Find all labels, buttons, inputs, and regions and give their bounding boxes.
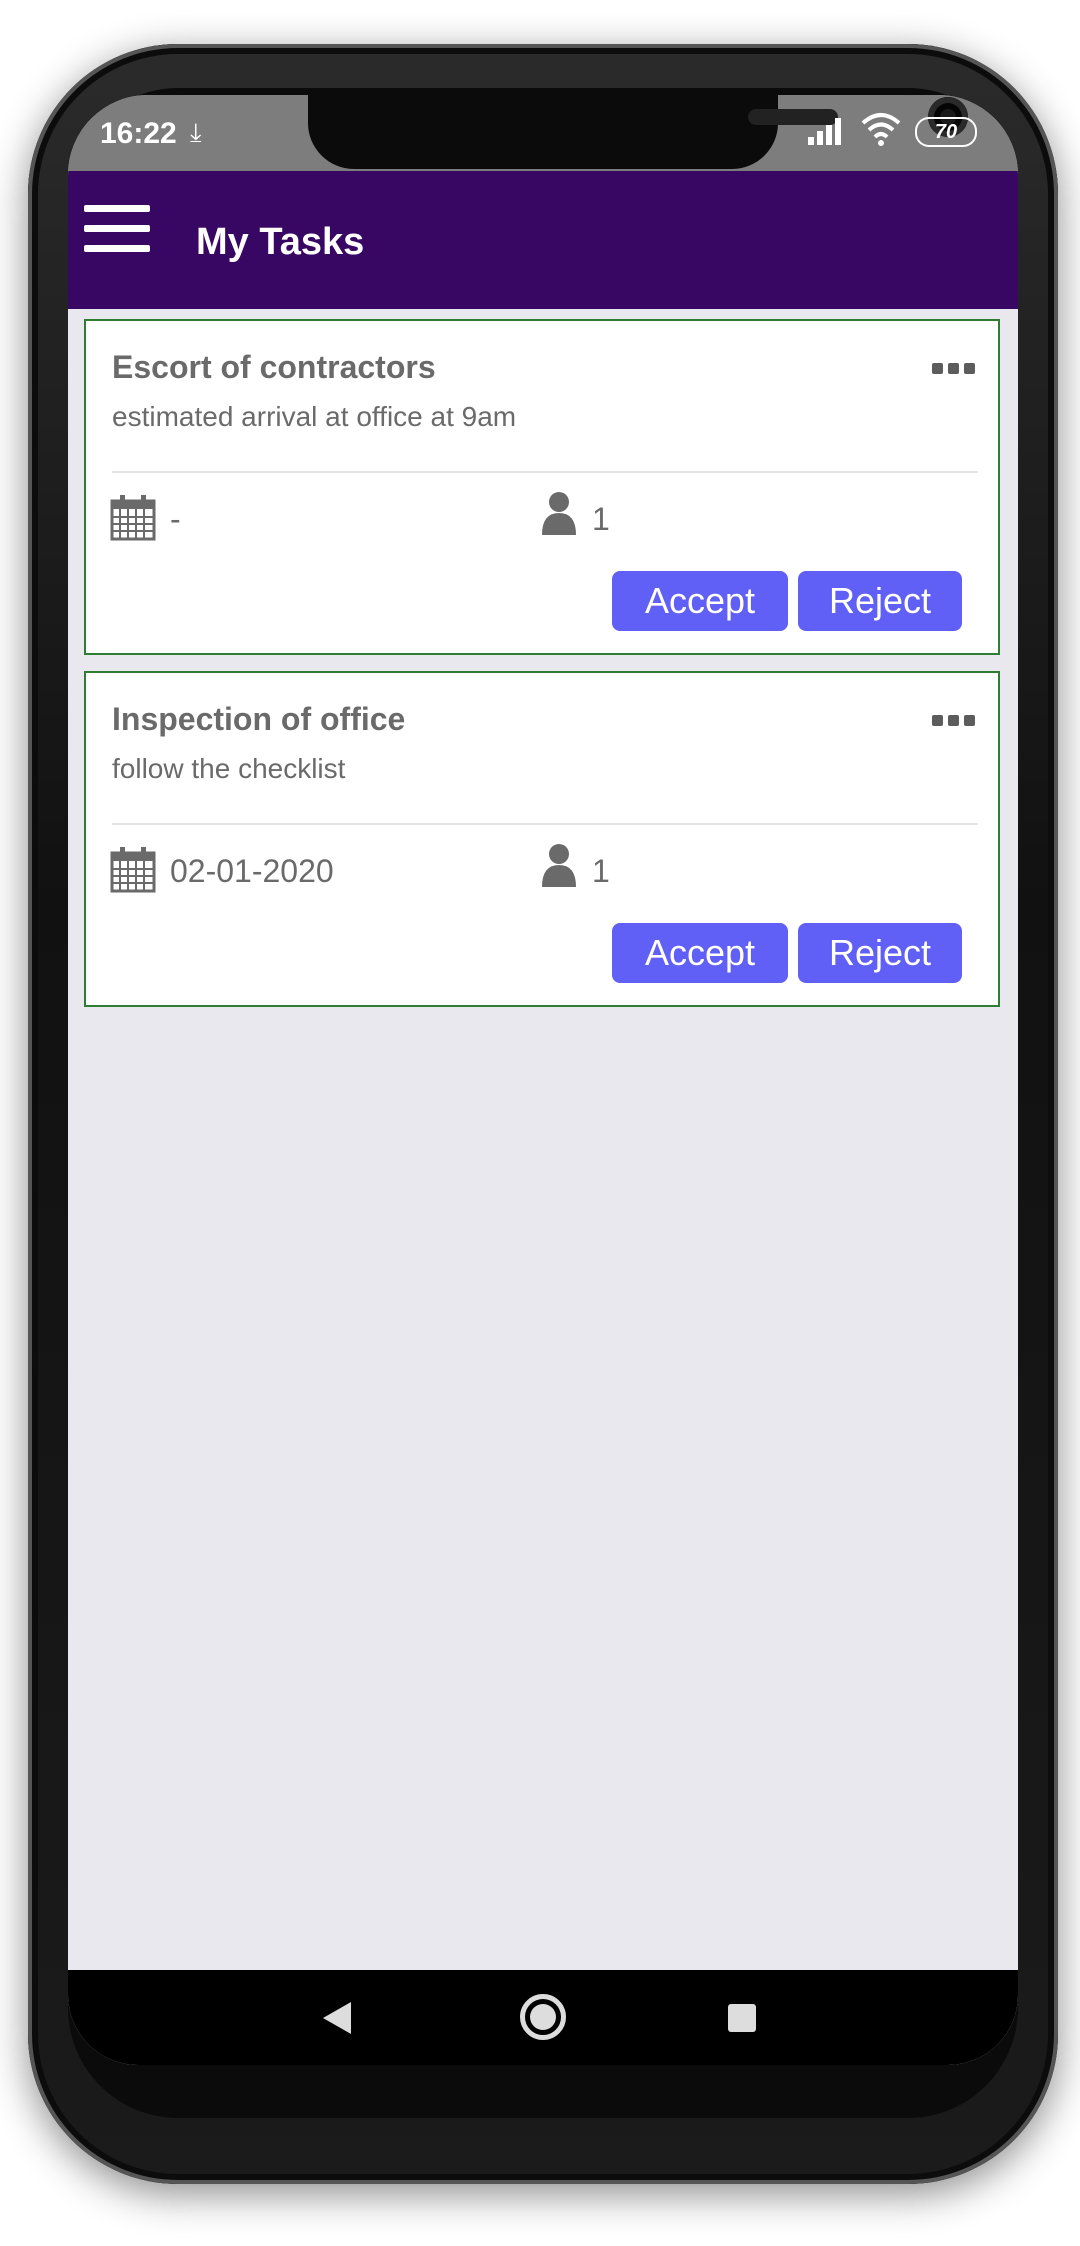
home-icon[interactable] (520, 1994, 566, 2040)
status-bar: 16:22 ⤓ 70 (68, 95, 1018, 171)
back-icon[interactable] (323, 2002, 351, 2034)
recents-icon[interactable] (728, 2004, 756, 2032)
reject-button[interactable]: Reject (798, 571, 962, 631)
camera-notch (308, 95, 968, 169)
app-bar: My Tasks (68, 171, 1018, 309)
person-icon (542, 492, 576, 535)
person-icon (542, 844, 576, 887)
status-time: 16:22 (100, 117, 177, 150)
battery-icon: 70 (915, 117, 977, 147)
phone-screen: 16:22 ⤓ 70 My Tasks Escort of contractor… (68, 95, 1018, 2065)
assignee-count: 1 (592, 853, 610, 889)
task-card[interactable]: Escort of contractors estimated arrival … (84, 319, 1000, 655)
accept-button[interactable]: Accept (612, 571, 788, 631)
card-divider (112, 823, 978, 825)
system-nav-bar (68, 1970, 1018, 2065)
task-title: Escort of contractors (112, 349, 436, 385)
reject-button[interactable]: Reject (798, 923, 962, 983)
calendar-icon (110, 495, 156, 541)
task-date: - (170, 501, 181, 537)
task-date: 02-01-2020 (170, 853, 334, 889)
signal-icon (808, 115, 848, 145)
more-options-icon[interactable] (932, 363, 976, 377)
wifi-icon (861, 113, 901, 146)
task-title: Inspection of office (112, 701, 406, 737)
task-description: follow the checklist (112, 753, 346, 784)
calendar-icon (110, 847, 156, 893)
accept-button[interactable]: Accept (612, 923, 788, 983)
task-card[interactable]: Inspection of office follow the checklis… (84, 671, 1000, 1007)
download-icon: ⤓ (190, 117, 202, 147)
hamburger-menu-icon[interactable] (84, 205, 150, 255)
card-divider (112, 471, 978, 473)
more-options-icon[interactable] (932, 715, 976, 729)
page-title: My Tasks (196, 221, 365, 263)
assignee-count: 1 (592, 501, 610, 537)
task-description: estimated arrival at office at 9am (112, 401, 517, 432)
